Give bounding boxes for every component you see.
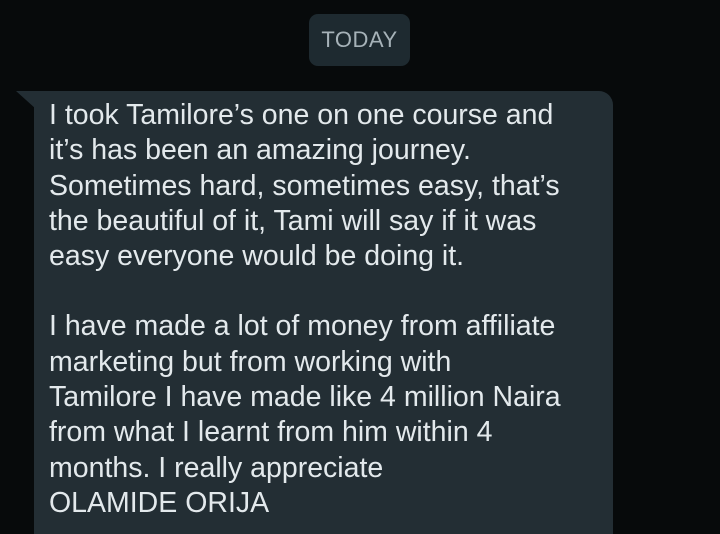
incoming-message-bubble[interactable]: I took Tamilore’s one on one course and … [34, 91, 613, 534]
date-divider-chip: TODAY [309, 14, 410, 66]
chat-screen: TODAY I took Tamilore’s one on one cours… [0, 0, 720, 534]
message-paragraph-2: I have made a lot of money from affiliat… [49, 310, 561, 519]
bubble-tail [16, 91, 36, 109]
message-paragraph-1: I took Tamilore’s one on one course and … [49, 99, 560, 273]
